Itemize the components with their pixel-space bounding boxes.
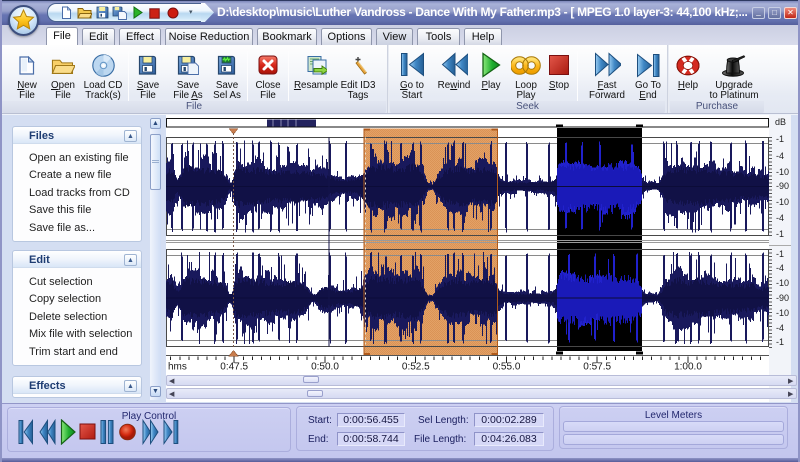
svg-text:0:52.5: 0:52.5 [402, 362, 430, 373]
svg-text:1:00.0: 1:00.0 [674, 362, 702, 373]
svg-text:0:57.5: 0:57.5 [583, 362, 611, 373]
svg-text:0:50.0: 0:50.0 [311, 362, 339, 373]
svg-text:0:55.0: 0:55.0 [493, 362, 521, 373]
svg-text:0:47.5: 0:47.5 [220, 362, 248, 373]
svg-text:hms: hms [168, 362, 187, 373]
